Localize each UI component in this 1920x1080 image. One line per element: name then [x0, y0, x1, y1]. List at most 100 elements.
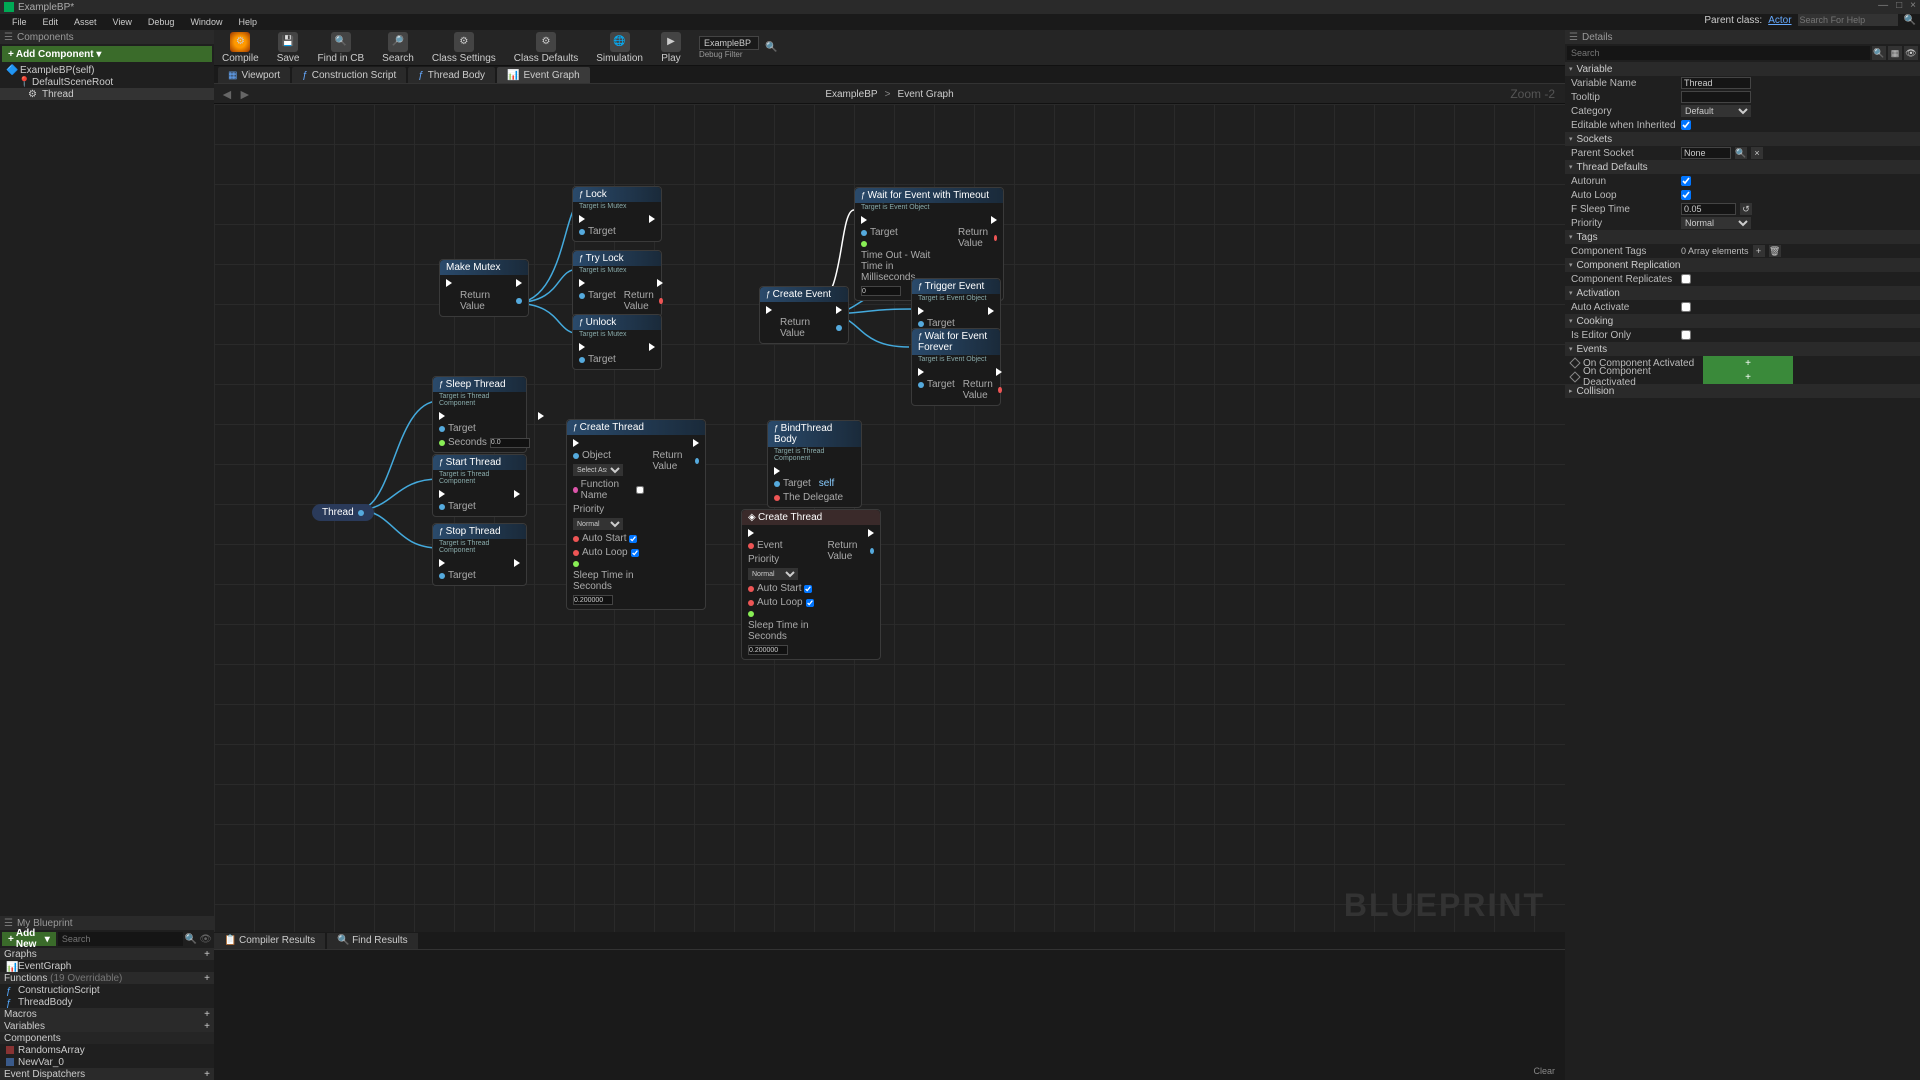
tab-event-graph[interactable]: 📊Event Graph [497, 67, 590, 83]
eye-icon[interactable]: 👁 [1904, 46, 1918, 60]
search-icon[interactable]: 🔍 [185, 934, 197, 945]
node-stop-thread[interactable]: ƒ Stop ThreadTarget is Thread Component … [432, 523, 527, 586]
section-variable[interactable]: Variable [1565, 62, 1920, 76]
variables-category[interactable]: Variables+ [0, 1020, 214, 1032]
section-activation[interactable]: Activation [1565, 286, 1920, 300]
menu-asset[interactable]: Asset [66, 17, 105, 27]
clear-tags-button[interactable]: 🗑 [1769, 245, 1781, 257]
add-component-button[interactable]: Add Component ▾ [2, 46, 212, 62]
add-tag-button[interactable]: + [1753, 245, 1765, 257]
section-tags[interactable]: Tags [1565, 230, 1920, 244]
components-category[interactable]: Components [0, 1032, 214, 1044]
autostart-checkbox[interactable] [804, 585, 812, 593]
event-graph-canvas[interactable]: Make Mutex Return Value ƒ LockTarget is … [214, 104, 1565, 932]
search-icon[interactable]: 🔍 [765, 42, 777, 53]
priority-select[interactable]: Normal [1681, 217, 1751, 229]
menu-edit[interactable]: Edit [35, 17, 67, 27]
compile-button[interactable]: ⚙Compile [218, 30, 263, 66]
menu-file[interactable]: File [4, 17, 35, 27]
sleeptime-input[interactable] [573, 595, 613, 605]
node-sleep-thread[interactable]: ƒ Sleep ThreadTarget is Thread Component… [432, 376, 527, 453]
maximize-button[interactable]: □ [1896, 0, 1902, 11]
add-variable-button[interactable]: + [204, 1021, 210, 1032]
node-trigger-event[interactable]: ƒ Trigger EventTarget is Event Object Ta… [911, 278, 1001, 334]
add-deactivated-event-button[interactable]: + [1703, 370, 1793, 384]
simulation-button[interactable]: 🌐Simulation [592, 30, 647, 66]
thread-component-item[interactable]: ⚙Thread [0, 88, 214, 100]
graphs-category[interactable]: Graphs+ [0, 948, 214, 960]
autoloop-checkbox[interactable] [631, 549, 639, 557]
nav-back-button[interactable]: ◄ [220, 86, 234, 102]
pick-socket-button[interactable]: 🔍 [1735, 147, 1747, 159]
node-make-mutex[interactable]: Make Mutex Return Value [439, 259, 529, 317]
clear-button[interactable]: Clear [1533, 1066, 1555, 1076]
section-cooking[interactable]: Cooking [1565, 314, 1920, 328]
findcb-button[interactable]: 🔍Find in CB [313, 30, 368, 66]
search-icon[interactable]: 🔍 [1872, 46, 1886, 60]
functions-category[interactable]: Functions (19 Overridable)+ [0, 972, 214, 984]
parent-class-link[interactable]: Actor [1768, 15, 1791, 26]
fn-checkbox[interactable] [636, 486, 644, 494]
node-unlock[interactable]: ƒ UnlockTarget is Mutex Target [572, 314, 662, 370]
tab-thread-body[interactable]: ƒThread Body [408, 67, 495, 83]
minimize-button[interactable]: — [1878, 0, 1888, 11]
tab-find-results[interactable]: 🔍 Find Results [327, 933, 418, 949]
bp-root-item[interactable]: 🔷ExampleBP(self) [0, 64, 214, 76]
tab-compiler-results[interactable]: 📋 Compiler Results [214, 933, 325, 949]
classsettings-button[interactable]: ⚙Class Settings [428, 30, 500, 66]
bp-search-input[interactable] [699, 36, 759, 50]
reset-button[interactable]: ↺ [1740, 203, 1752, 215]
section-thread-defaults[interactable]: Thread Defaults [1565, 160, 1920, 174]
asset-select[interactable]: Select Asset [573, 464, 623, 476]
editable-inherited-checkbox[interactable] [1681, 120, 1691, 130]
grid-icon[interactable]: ▦ [1888, 46, 1902, 60]
timeout-input[interactable] [861, 286, 901, 296]
autoloop-checkbox[interactable] [1681, 190, 1691, 200]
save-button[interactable]: 💾Save [273, 30, 304, 66]
play-button[interactable]: ▶Play [657, 30, 685, 66]
search-button[interactable]: 🔎Search [378, 30, 418, 66]
menu-window[interactable]: Window [182, 17, 230, 27]
seconds-input[interactable] [490, 438, 530, 448]
var-newvar0-item[interactable]: NewVar_0 [0, 1056, 214, 1068]
editoronly-checkbox[interactable] [1681, 330, 1691, 340]
node-create-thread-2[interactable]: ◈ Create Thread Event PriorityNormal Aut… [741, 509, 881, 660]
var-randomsarray-item[interactable]: RandomsArray [0, 1044, 214, 1056]
autostart-checkbox[interactable] [629, 535, 637, 543]
section-events[interactable]: Events [1565, 342, 1920, 356]
add-new-button[interactable]: Add New ▾ [2, 932, 56, 946]
priority-select[interactable]: Normal [748, 568, 798, 580]
autoactivate-checkbox[interactable] [1681, 302, 1691, 312]
default-scene-root-item[interactable]: 📍DefaultSceneRoot [0, 76, 214, 88]
eventdispatchers-category[interactable]: Event Dispatchers+ [0, 1068, 214, 1080]
breadcrumb-root[interactable]: ExampleBP [825, 89, 877, 100]
section-component-replication[interactable]: Component Replication [1565, 258, 1920, 272]
sleep-time-input[interactable] [1681, 203, 1736, 215]
search-icon[interactable]: 🔍 [1904, 15, 1916, 26]
autorun-checkbox[interactable] [1681, 176, 1691, 186]
eventgraph-item[interactable]: 📊EventGraph [0, 960, 214, 972]
tooltip-input[interactable] [1681, 91, 1751, 103]
variable-name-input[interactable] [1681, 77, 1751, 89]
node-lock[interactable]: ƒ LockTarget is Mutex Target [572, 186, 662, 242]
replicates-checkbox[interactable] [1681, 274, 1691, 284]
node-bind-thread-body[interactable]: ƒ BindThread BodyTarget is Thread Compon… [767, 420, 862, 508]
macros-category[interactable]: Macros+ [0, 1008, 214, 1020]
node-start-thread[interactable]: ƒ Start ThreadTarget is Thread Component… [432, 454, 527, 517]
add-activated-event-button[interactable]: + [1703, 356, 1793, 370]
node-wait-event-forever[interactable]: ƒ Wait for Event ForeverTarget is Event … [911, 328, 1001, 406]
add-function-button[interactable]: + [204, 973, 210, 984]
node-try-lock[interactable]: ƒ Try LockTarget is Mutex TargetReturn V… [572, 250, 662, 317]
category-select[interactable]: Default [1681, 105, 1751, 117]
classdefaults-button[interactable]: ⚙Class Defaults [510, 30, 582, 66]
nav-forward-button[interactable]: ► [238, 86, 252, 102]
details-search-input[interactable] [1567, 46, 1870, 60]
myblueprint-search-input[interactable] [58, 932, 183, 946]
menu-debug[interactable]: Debug [140, 17, 183, 27]
filter-icon[interactable]: 👁 [199, 934, 212, 945]
help-search-input[interactable] [1798, 14, 1898, 26]
clear-socket-button[interactable]: × [1751, 147, 1763, 159]
node-thread-variable[interactable]: Thread [312, 504, 374, 521]
tab-construction-script[interactable]: ƒConstruction Script [292, 67, 406, 83]
menu-view[interactable]: View [105, 17, 140, 27]
